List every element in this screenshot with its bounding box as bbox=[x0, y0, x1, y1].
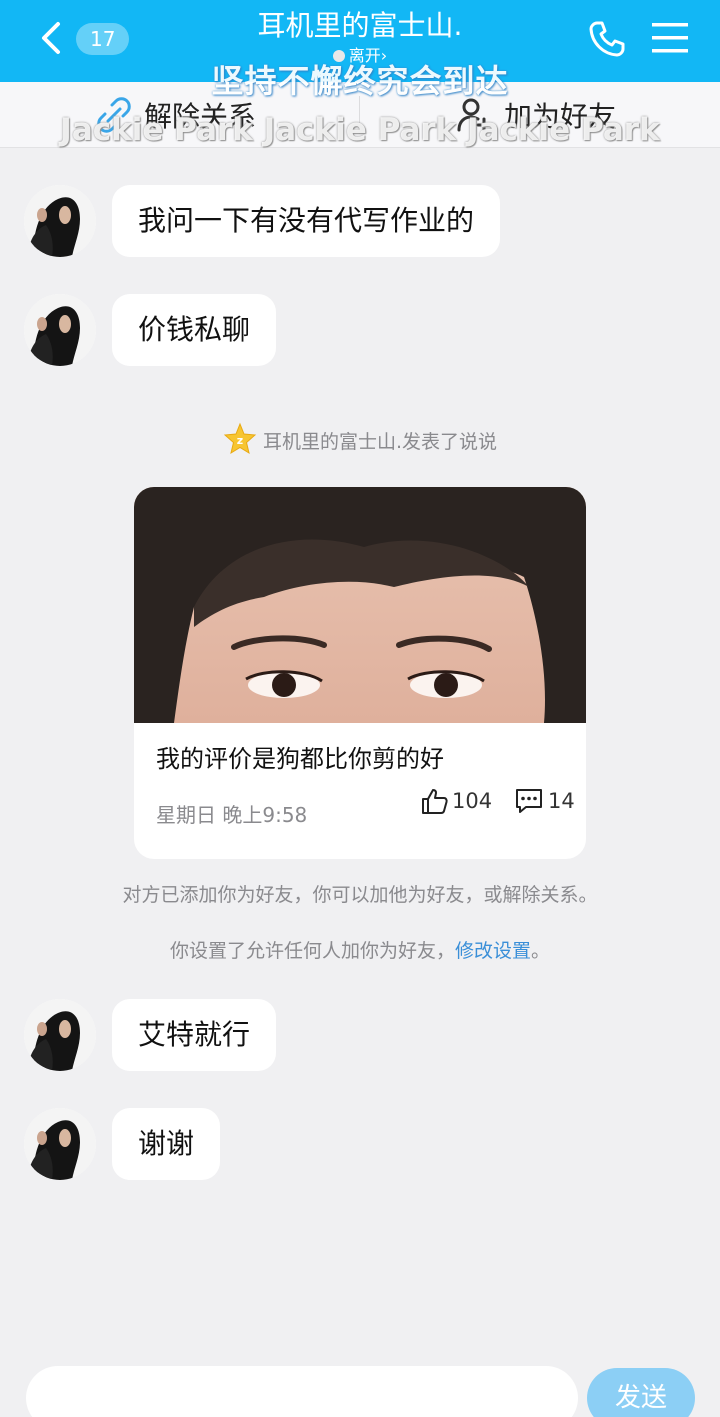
message-input-bar: 发送 bbox=[0, 1352, 720, 1417]
star-icon: z bbox=[223, 422, 257, 455]
message-bubble[interactable]: 我问一下有没有代写作业的 bbox=[112, 185, 501, 257]
like-count[interactable]: 104 bbox=[420, 787, 492, 815]
like-count-value: 104 bbox=[452, 789, 493, 813]
setting-notice-suffix: 。 bbox=[531, 940, 551, 962]
phone-icon[interactable] bbox=[588, 20, 626, 58]
comment-count[interactable]: 14 bbox=[514, 787, 575, 815]
menu-icon[interactable] bbox=[650, 20, 690, 56]
message-bubble[interactable]: 艾特就行 bbox=[112, 999, 277, 1071]
feed-notice[interactable]: z 耳机里的富士山.发表了说说 bbox=[0, 422, 720, 456]
thumbs-up-icon bbox=[422, 789, 448, 814]
post-time: 星期日 晚上9:58 bbox=[156, 803, 308, 827]
friend-added-notice: 对方已添加你为好友，你可以加他为好友，或解除关系。 bbox=[122, 884, 598, 906]
message-row: 价钱私聊 bbox=[24, 294, 277, 366]
overlay-caption-line1: 坚持不懈终究会到达 bbox=[211, 62, 509, 100]
avatar[interactable] bbox=[24, 999, 96, 1071]
send-button[interactable]: 发送 bbox=[587, 1368, 695, 1417]
post-photo bbox=[134, 487, 586, 723]
message-row: 谢谢 bbox=[24, 1108, 221, 1180]
overlay-caption-line2: Jackie Park Jackie Park Jackie Park bbox=[60, 112, 660, 148]
avatar[interactable] bbox=[24, 294, 96, 366]
message-row: 艾特就行 bbox=[24, 999, 277, 1071]
share-card[interactable]: 我的评价是狗都比你剪的好 星期日 晚上9:58 104 14 bbox=[134, 487, 586, 859]
avatar[interactable] bbox=[24, 1108, 96, 1180]
message-bubble[interactable]: 价钱私聊 bbox=[112, 294, 277, 366]
message-bubble[interactable]: 谢谢 bbox=[112, 1108, 221, 1180]
comment-count-value: 14 bbox=[548, 789, 575, 813]
message-input[interactable] bbox=[26, 1366, 578, 1417]
message-row: 我问一下有没有代写作业的 bbox=[24, 185, 501, 257]
comment-icon bbox=[516, 789, 542, 813]
svg-text:z: z bbox=[237, 434, 243, 447]
post-caption: 我的评价是狗都比你剪的好 bbox=[156, 745, 444, 773]
privacy-setting-notice: 你设置了允许任何人加你为好友，修改设置。 bbox=[0, 936, 720, 963]
feed-notice-text: 耳机里的富士山.发表了说说 bbox=[262, 431, 498, 453]
modify-settings-link[interactable]: 修改设置 bbox=[455, 940, 531, 962]
setting-notice-prefix: 你设置了允许任何人加你为好友， bbox=[169, 940, 455, 962]
avatar[interactable] bbox=[24, 185, 96, 257]
